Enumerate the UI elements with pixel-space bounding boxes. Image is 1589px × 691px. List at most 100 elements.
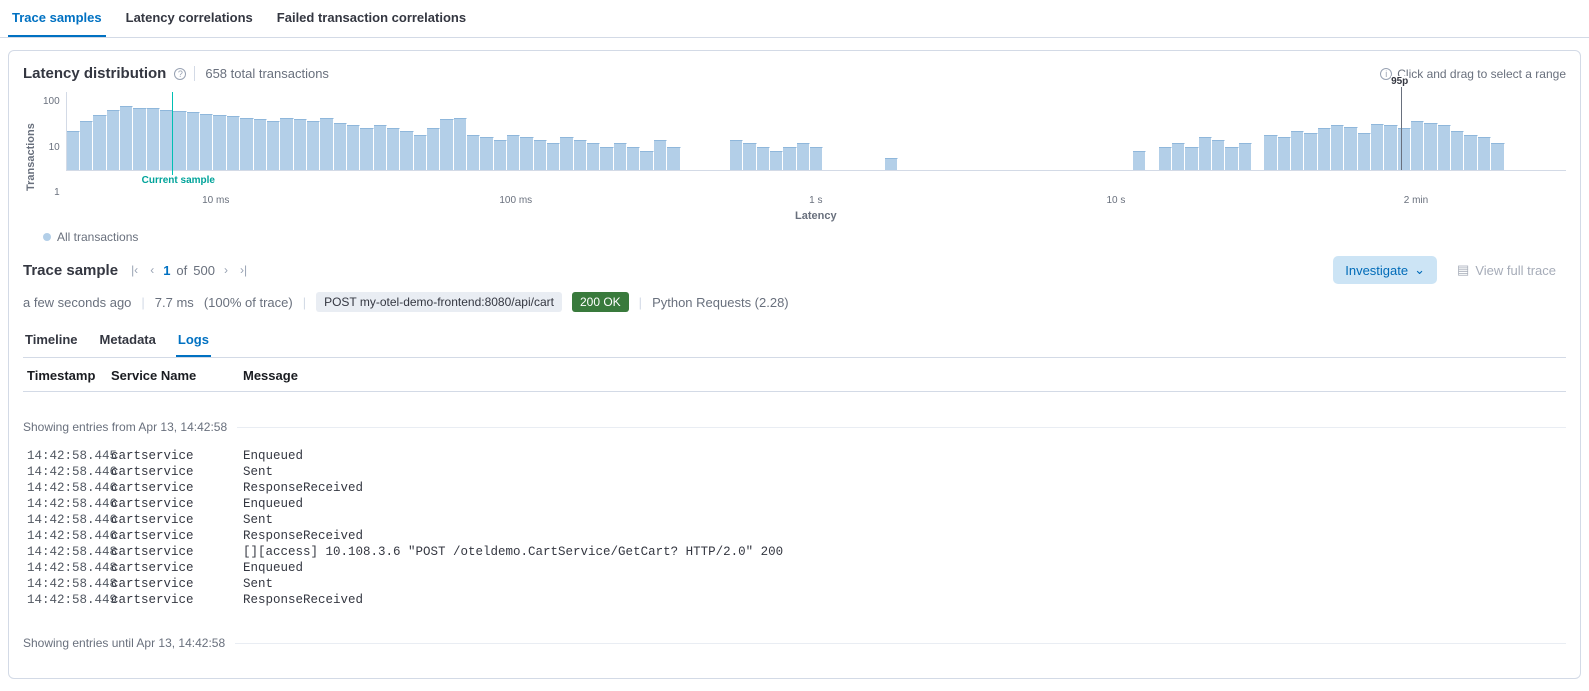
histogram-bar[interactable] [507,135,520,170]
histogram-bar[interactable] [240,118,253,170]
histogram-bar[interactable] [1264,135,1277,170]
histogram-bar[interactable] [67,131,80,170]
histogram-bar[interactable] [547,143,560,170]
log-row[interactable]: 14:42:58.445cartserviceEnqueued [23,448,1566,464]
log-row[interactable]: 14:42:58.446cartserviceSent [23,512,1566,528]
info-icon[interactable]: ? [174,68,186,80]
latency-chart[interactable]: Transactions 100 10 1 10 ms 100 ms 1 s 1… [23,92,1566,222]
histogram-bar[interactable] [574,140,587,170]
histogram-bar[interactable] [885,158,898,170]
histogram-bar[interactable] [614,143,627,170]
histogram-bar[interactable] [1278,137,1291,170]
histogram-bar[interactable] [440,119,453,170]
chart-plot[interactable] [66,92,1566,171]
histogram-bar[interactable] [810,147,823,170]
histogram-bar[interactable] [1358,133,1371,170]
histogram-bar[interactable] [770,151,783,170]
histogram-bar[interactable] [640,151,653,170]
histogram-bar[interactable] [1159,147,1172,170]
histogram-bar[interactable] [347,125,360,170]
histogram-bar[interactable] [1384,125,1397,170]
histogram-bar[interactable] [1172,143,1185,170]
tab-trace-samples[interactable]: Trace samples [8,0,106,37]
histogram-bar[interactable] [1451,131,1464,170]
histogram-bar[interactable] [560,137,573,170]
histogram-bar[interactable] [227,116,240,170]
histogram-bar[interactable] [414,135,427,170]
histogram-bar[interactable] [520,137,533,170]
col-service[interactable]: Service Name [111,368,243,383]
histogram-bar[interactable] [467,135,480,170]
log-row[interactable]: 14:42:58.448cartserviceSent [23,576,1566,592]
histogram-bar[interactable] [757,147,770,170]
histogram-bar[interactable] [1438,125,1451,170]
histogram-bar[interactable] [1424,123,1437,170]
histogram-bar[interactable] [387,128,400,170]
col-message[interactable]: Message [243,368,1566,383]
histogram-bar[interactable] [1225,147,1238,170]
histogram-bar[interactable] [200,114,213,170]
tab-failed-correlations[interactable]: Failed transaction correlations [273,0,470,37]
subtab-metadata[interactable]: Metadata [98,324,158,357]
histogram-bar[interactable] [307,121,320,170]
col-timestamp[interactable]: Timestamp [27,368,111,383]
histogram-bar[interactable] [1371,124,1384,170]
histogram-bar[interactable] [654,140,667,170]
log-row[interactable]: 14:42:58.446cartserviceSent [23,464,1566,480]
log-row[interactable]: 14:42:58.449cartserviceResponseReceived [23,592,1566,608]
histogram-bar[interactable] [587,143,600,170]
histogram-bar[interactable] [93,115,106,170]
histogram-bar[interactable] [320,118,333,170]
histogram-bar[interactable] [1304,133,1317,170]
histogram-bar[interactable] [797,143,810,170]
histogram-bar[interactable] [480,137,493,170]
histogram-bar[interactable] [80,121,93,170]
histogram-bar[interactable] [400,131,413,170]
log-row[interactable]: 14:42:58.446cartserviceEnqueued [23,496,1566,512]
histogram-bar[interactable] [600,147,613,170]
log-row[interactable]: 14:42:58.446cartserviceResponseReceived [23,480,1566,496]
histogram-bar[interactable] [1212,140,1225,170]
histogram-bar[interactable] [1491,143,1504,170]
histogram-bar[interactable] [1331,125,1344,170]
log-row[interactable]: 14:42:58.446cartserviceResponseReceived [23,528,1566,544]
histogram-bar[interactable] [1464,135,1477,170]
histogram-bar[interactable] [374,125,387,170]
histogram-bar[interactable] [1133,151,1146,170]
histogram-bar[interactable] [1478,137,1491,170]
histogram-bar[interactable] [280,118,293,170]
investigate-button[interactable]: Investigate ⌄ [1333,256,1437,284]
histogram-bar[interactable] [534,140,547,170]
log-row[interactable]: 14:42:58.448cartservice[][access] 10.108… [23,544,1566,560]
pager-prev-icon[interactable]: ‹ [147,261,157,279]
histogram-bar[interactable] [783,147,796,170]
histogram-bar[interactable] [1199,137,1212,170]
histogram-bar[interactable] [627,147,640,170]
subtab-timeline[interactable]: Timeline [23,324,80,357]
histogram-bar[interactable] [360,128,373,170]
histogram-bar[interactable] [1291,131,1304,170]
histogram-bar[interactable] [1185,147,1198,170]
histogram-bar[interactable] [667,147,680,170]
histogram-bar[interactable] [334,123,347,170]
histogram-bar[interactable] [147,108,160,170]
histogram-bar[interactable] [1239,143,1252,170]
histogram-bar[interactable] [494,140,507,170]
histogram-bar[interactable] [173,111,186,170]
histogram-bar[interactable] [1318,128,1331,170]
histogram-bar[interactable] [294,119,307,170]
histogram-bar[interactable] [213,115,226,170]
chart-legend[interactable]: All transactions [43,230,1566,244]
histogram-bar[interactable] [254,119,267,170]
pager-next-icon[interactable]: › [221,261,231,279]
histogram-bar[interactable] [743,143,756,170]
histogram-bar[interactable] [454,118,467,170]
tab-latency-correlations[interactable]: Latency correlations [122,0,257,37]
histogram-bar[interactable] [267,121,280,170]
histogram-bar[interactable] [120,106,133,170]
histogram-bar[interactable] [427,128,440,170]
histogram-bar[interactable] [1398,128,1411,170]
histogram-bar[interactable] [1344,127,1357,170]
pager-last-icon[interactable]: ›| [237,261,250,279]
subtab-logs[interactable]: Logs [176,324,211,357]
